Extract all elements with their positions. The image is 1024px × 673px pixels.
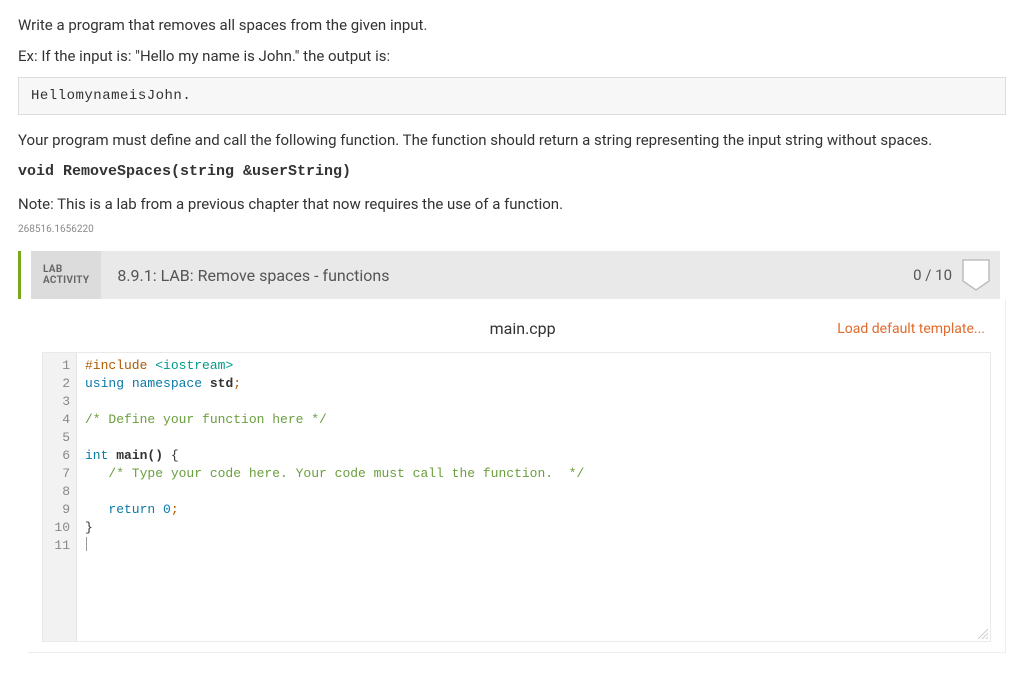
line-number: 5 [43, 429, 70, 447]
line-number: 3 [43, 393, 70, 411]
code-token: /* Define your function here */ [85, 412, 327, 427]
lab-tag-line1: LAB [43, 264, 89, 275]
code-token: /* Type your code here. Your code must c… [85, 466, 584, 481]
text-cursor [86, 537, 87, 551]
code-token: int [85, 448, 108, 463]
filename-label: main.cpp [208, 319, 837, 338]
lab-tag-line2: ACTIVITY [43, 275, 89, 286]
lab-title: 8.9.1: LAB: Remove spaces - functions [101, 251, 405, 299]
score-text: 0 / 10 [913, 266, 952, 284]
lab-activity-tag: LAB ACTIVITY [31, 251, 101, 299]
code-token: } [85, 520, 93, 535]
line-number: 6 [43, 447, 70, 465]
example-output-box: HellomynameisJohn. [18, 77, 1006, 115]
serial-number: 268516.1656220 [18, 224, 1006, 235]
code-token: using [85, 376, 124, 391]
lab-score: 0 / 10 [913, 251, 1000, 299]
code-token: ; [171, 502, 179, 517]
code-token: { [163, 448, 179, 463]
code-token: #include [85, 358, 147, 373]
code-token: ; [233, 376, 241, 391]
resize-handle-icon[interactable] [976, 627, 988, 639]
score-shield-icon [962, 259, 990, 291]
line-number: 8 [43, 483, 70, 501]
code-token: std [210, 376, 233, 391]
line-number: 11 [43, 537, 70, 555]
code-token: return [85, 502, 155, 517]
load-default-template-link[interactable]: Load default template... [837, 321, 985, 337]
line-number: 2 [43, 375, 70, 393]
code-token: main() [116, 448, 163, 463]
prompt-line-2: Ex: If the input is: "Hello my name is J… [18, 45, 1006, 68]
code-editor[interactable]: 1 2 3 4 5 6 7 8 9 10 11 #include <iostre… [42, 352, 991, 642]
line-number: 1 [43, 357, 70, 375]
lab-activity-bar: LAB ACTIVITY 8.9.1: LAB: Remove spaces -… [31, 251, 1000, 299]
line-number-gutter: 1 2 3 4 5 6 7 8 9 10 11 [43, 353, 77, 641]
problem-prompt: Write a program that removes all spaces … [18, 14, 1006, 235]
line-number: 7 [43, 465, 70, 483]
line-number: 4 [43, 411, 70, 429]
editor-panel: main.cpp Load default template... 1 2 3 … [28, 299, 1006, 653]
line-number: 9 [43, 501, 70, 519]
code-token: <iostream> [155, 358, 233, 373]
function-signature: void RemoveSpaces(string &userString) [18, 160, 1006, 183]
code-token: 0 [163, 502, 171, 517]
prompt-line-1: Write a program that removes all spaces … [18, 14, 1006, 37]
prompt-note: Note: This is a lab from a previous chap… [18, 193, 1006, 216]
function-description: Your program must define and call the fo… [18, 129, 1006, 152]
line-number: 10 [43, 519, 70, 537]
code-token: namespace [132, 376, 202, 391]
code-area[interactable]: #include <iostream> using namespace std;… [77, 353, 990, 559]
